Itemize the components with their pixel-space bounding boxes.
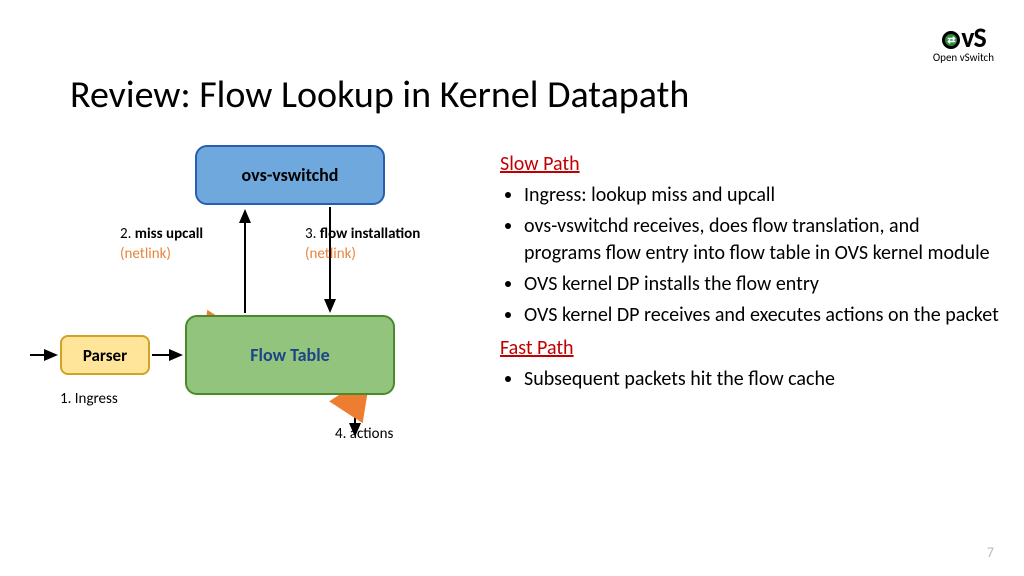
label-actions: 4. actions xyxy=(335,425,393,445)
slow-path-heading: Slow Path xyxy=(500,151,1000,178)
box-ovs-vswitchd: ovs-vswitchd xyxy=(195,145,385,205)
fast-path-heading: Fast Path xyxy=(500,335,1000,362)
logo-subtitle: Open vSwitch xyxy=(933,51,994,64)
list-item: OVS kernel DP installs the flow entry xyxy=(524,271,1000,298)
label-flow-installation: 3. flow installation (netlink) xyxy=(305,225,420,264)
box-flow-table: Flow Table xyxy=(185,315,395,395)
slow-path-list: Ingress: lookup miss and upcall ovs-vswi… xyxy=(500,182,1000,329)
list-item: Subsequent packets hit the flow cache xyxy=(524,366,1000,393)
fast-path-list: Subsequent packets hit the flow cache xyxy=(500,366,1000,393)
flow-diagram: ovs-vswitchd Flow Table Parser 2. miss u… xyxy=(30,135,490,515)
page-title: Review: Flow Lookup in Kernel Datapath xyxy=(70,72,689,118)
label-ingress: 1. Ingress xyxy=(60,390,118,410)
box-parser: Parser xyxy=(60,335,150,375)
logo-text: vS xyxy=(933,20,994,55)
ovs-logo: vS Open vSwitch xyxy=(933,20,994,64)
list-item: Ingress: lookup miss and upcall xyxy=(524,182,1000,209)
list-item: OVS kernel DP receives and executes acti… xyxy=(524,302,1000,329)
label-miss-upcall: 2. miss upcall (netlink) xyxy=(120,225,203,264)
page-number: 7 xyxy=(987,544,994,561)
logo-icon xyxy=(942,31,960,49)
text-column: Slow Path Ingress: lookup miss and upcal… xyxy=(500,145,1000,397)
list-item: ovs-vswitchd receives, does flow transla… xyxy=(524,213,1000,267)
